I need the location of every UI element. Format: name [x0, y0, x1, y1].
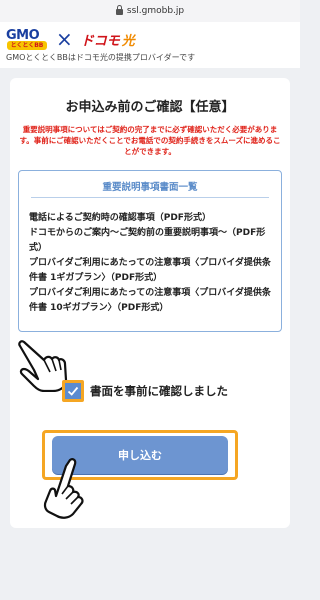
documents-box: 重要説明事項書面一覧 電話によるご契約時の確認事項（PDF形式） ドコモからのご… — [18, 170, 282, 332]
confirm-checkbox[interactable] — [62, 380, 84, 402]
provider-tagline: GMOとくとくBBはドコモ光の提携プロバイダーです — [6, 53, 196, 62]
document-link[interactable]: 電話によるご契約時の確認事項（PDF形式） — [29, 211, 277, 226]
warning-text: 重要説明事項についてはご契約の完了までに必ず確認いただく必要があります。事前にご… — [19, 125, 281, 156]
docomo-logo-text: ドコモ — [80, 33, 120, 49]
lock-icon — [115, 5, 123, 15]
site-header: GMO とくとくBB × ドコモ 光 GMOとくとくBBはドコモ光の提携プロバイ… — [0, 22, 300, 68]
checkbox-label: 書面を事前に確認しました — [90, 384, 228, 398]
document-link[interactable]: ドコモからのご案内〜ご契約前の重要説明事項〜（PDF形式） — [29, 226, 277, 256]
document-link[interactable]: プロバイダご利用にあたっての注意事項〈プロバイダ提供条件書 10ギガプラン〉（P… — [29, 286, 277, 316]
confirm-checkbox-row[interactable]: 書面を事前に確認しました — [62, 380, 228, 402]
gmo-logo: GMO とくとくBB — [6, 28, 52, 50]
cross-icon: × — [56, 27, 73, 51]
documents-heading: 重要説明事項書面一覧 — [102, 182, 198, 193]
pointing-hand-icon — [43, 458, 84, 519]
brand-logos: GMO とくとくBB × ドコモ 光 — [6, 28, 135, 50]
divider — [31, 197, 269, 198]
check-icon — [67, 386, 79, 396]
browser-address-bar[interactable]: ssl.gmobb.jp — [0, 0, 300, 23]
page-title: お申込み前のご確認【任意】 — [65, 100, 235, 115]
gmo-logo-sub: とくとくBB — [7, 41, 47, 50]
url-text: ssl.gmobb.jp — [126, 6, 185, 16]
hikari-logo-text: 光 — [121, 33, 135, 49]
document-link[interactable]: プロバイダご利用にあたっての注意事項〈プロバイダ提供条件書 1ギガプラン〉（PD… — [29, 256, 277, 286]
documents-list: 電話によるご契約時の確認事項（PDF形式） ドコモからのご案内〜ご契約前の重要説… — [29, 211, 277, 316]
